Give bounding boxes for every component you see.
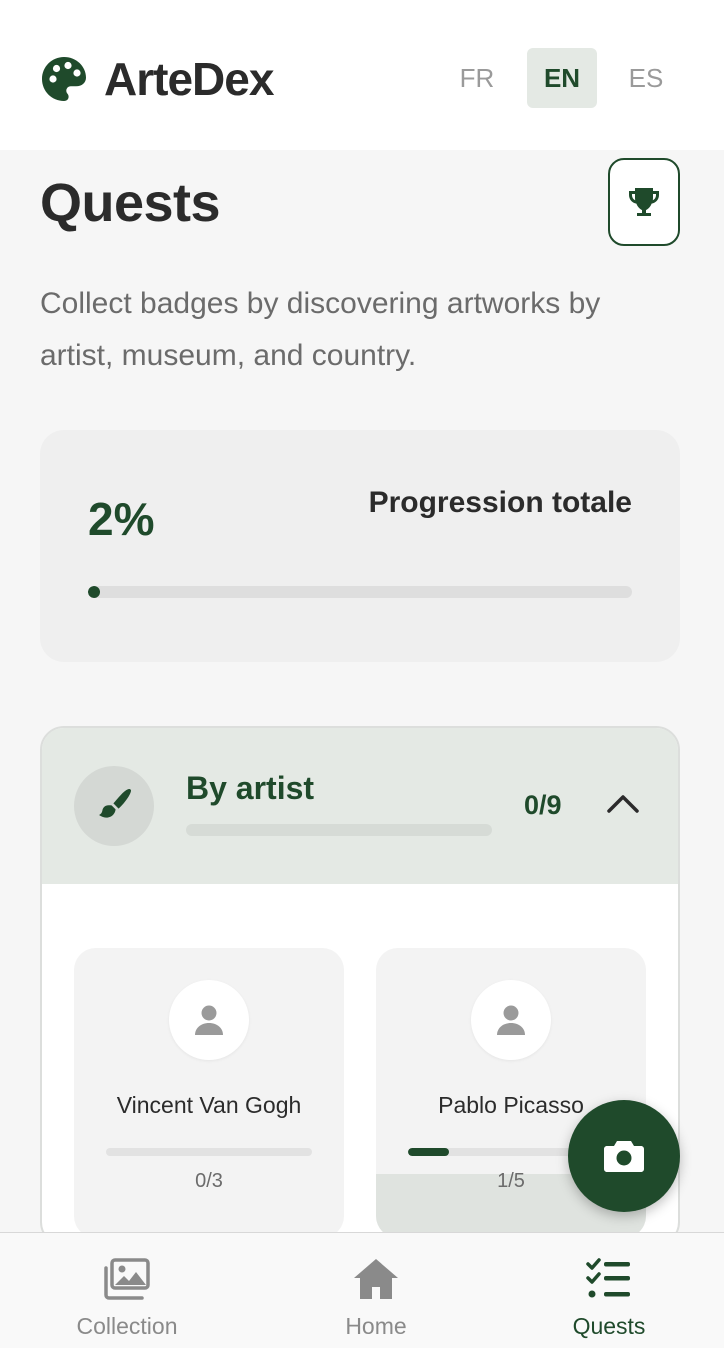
artist-progress-fill xyxy=(408,1148,450,1156)
section-progress-bar xyxy=(186,824,492,836)
user-icon xyxy=(497,1005,525,1035)
paintbrush-icon xyxy=(99,788,132,818)
camera-button[interactable] xyxy=(568,1100,680,1212)
app-header: ArteDex FR EN ES xyxy=(0,0,724,150)
nav-quests-label: Quests xyxy=(572,1313,646,1339)
avatar xyxy=(169,980,249,1060)
checklist-icon xyxy=(586,1258,630,1298)
section-count: 0/9 xyxy=(524,790,562,820)
chevron-up-icon[interactable] xyxy=(606,792,640,814)
nav-home[interactable]: Home xyxy=(266,1233,486,1348)
camera-icon xyxy=(604,1141,644,1172)
artist-card[interactable]: Vincent Van Gogh 0/3 xyxy=(74,948,344,1238)
page-title: Quests xyxy=(40,173,221,233)
lang-en-button[interactable]: EN xyxy=(527,48,597,108)
overall-progress-card: 2% Progression totale xyxy=(40,430,680,662)
trophy-button[interactable] xyxy=(608,158,680,246)
artist-count: 0/3 xyxy=(195,1170,223,1192)
user-icon xyxy=(195,1005,223,1035)
overall-progress-bar xyxy=(88,586,632,598)
nav-quests[interactable]: Quests xyxy=(499,1233,719,1348)
section-icon xyxy=(74,766,154,846)
nav-collection[interactable]: Collection xyxy=(17,1233,237,1348)
overall-progress-label: Progression totale xyxy=(368,486,632,519)
nav-collection-label: Collection xyxy=(76,1313,178,1339)
trophy-icon xyxy=(629,188,659,216)
page-subtitle: Collect badges by discovering artworks b… xyxy=(40,287,601,372)
images-icon xyxy=(104,1258,150,1300)
palette-icon xyxy=(42,57,86,101)
overall-progress-fill xyxy=(88,586,100,598)
app-logo[interactable]: ArteDex xyxy=(40,53,274,105)
avatar xyxy=(471,980,551,1060)
lang-es-button[interactable]: ES xyxy=(611,48,681,108)
artist-name: Vincent Van Gogh xyxy=(116,1092,302,1118)
section-header[interactable]: By artist 0/9 xyxy=(42,728,678,884)
bottom-nav: Collection Home Quests xyxy=(0,1232,724,1348)
artist-progress-bar xyxy=(106,1148,312,1156)
home-icon xyxy=(354,1259,398,1299)
overall-progress-percent: 2% xyxy=(88,493,155,545)
section-title: By artist xyxy=(186,770,315,806)
nav-home-label: Home xyxy=(345,1313,407,1339)
app-name: ArteDex xyxy=(104,53,274,105)
lang-fr-button[interactable]: FR xyxy=(442,48,512,108)
